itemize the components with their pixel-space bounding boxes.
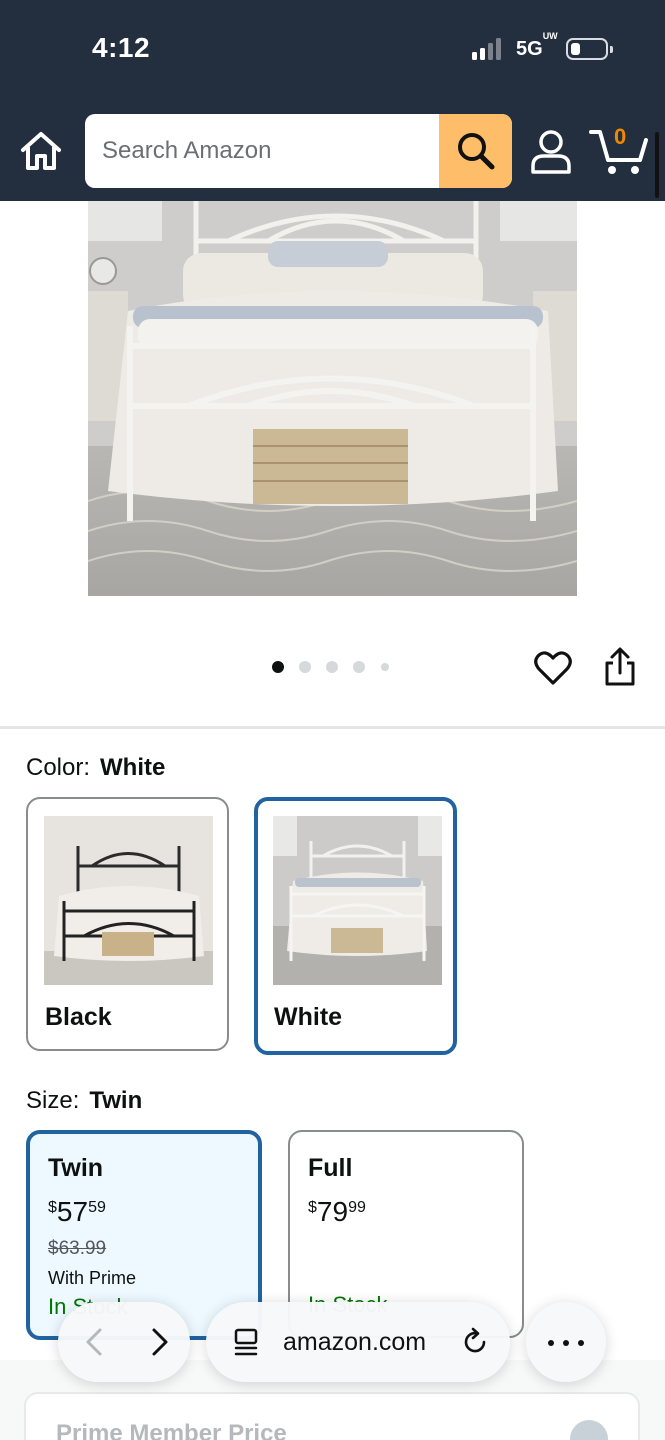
color-thumbnail-white	[273, 816, 442, 985]
search-button[interactable]	[439, 114, 512, 188]
cellular-signal-icon	[472, 38, 506, 60]
carousel-dot[interactable]	[381, 663, 389, 671]
carousel-dot[interactable]	[353, 661, 365, 673]
network-indicator: 5GUW	[516, 31, 558, 60]
size-option-price: $7999	[308, 1196, 366, 1227]
selected-size: Twin	[89, 1087, 143, 1114]
carousel-dot[interactable]	[326, 661, 338, 673]
color-thumbnail-black	[44, 816, 213, 985]
prime-price-box[interactable]: Prime Member Price	[24, 1392, 640, 1440]
chevron-left-icon	[86, 1328, 102, 1356]
browser-more-button[interactable]	[526, 1302, 606, 1382]
ellipsis-icon	[548, 1340, 584, 1346]
home-button[interactable]	[18, 128, 64, 174]
scroll-indicator	[655, 132, 659, 198]
search-bar	[85, 114, 512, 188]
browser-url: amazon.com	[283, 1328, 427, 1356]
color-label: Color: White	[26, 754, 166, 781]
size-label: Size: Twin	[26, 1087, 143, 1114]
browser-address-bar[interactable]: amazon.com	[206, 1302, 510, 1382]
account-button[interactable]	[528, 128, 574, 176]
color-option-name: Black	[45, 1003, 112, 1031]
browser-back-button[interactable]	[76, 1322, 116, 1362]
wishlist-button[interactable]	[533, 648, 573, 688]
home-icon	[21, 132, 61, 170]
color-option-black[interactable]: Black	[26, 797, 229, 1051]
carousel-dot[interactable]	[299, 661, 311, 673]
page-menu-icon[interactable]	[232, 1327, 262, 1357]
info-icon	[570, 1420, 608, 1440]
carousel-dot-active[interactable]	[272, 661, 284, 673]
cart-count-badge: 0	[614, 124, 627, 149]
size-option-prime-note: With Prime	[48, 1268, 137, 1288]
image-carousel-dots[interactable]	[270, 658, 400, 676]
color-option-white[interactable]: White	[254, 797, 457, 1055]
reload-icon[interactable]	[460, 1327, 490, 1357]
browser-forward-button[interactable]	[138, 1322, 178, 1362]
top-header: 4:12 5GUW 0	[0, 0, 665, 201]
size-option-name: Full	[308, 1154, 353, 1182]
heart-icon	[534, 651, 572, 685]
chevron-right-icon	[152, 1328, 168, 1356]
size-option-name: Twin	[48, 1154, 104, 1182]
share-icon	[605, 647, 635, 686]
status-time: 4:12	[92, 32, 151, 63]
browser-nav-group	[58, 1302, 190, 1382]
search-input[interactable]	[85, 114, 439, 188]
battery-icon	[566, 38, 613, 60]
account-icon	[531, 130, 571, 174]
share-button[interactable]	[602, 646, 638, 688]
section-divider	[0, 726, 665, 729]
product-main-image[interactable]	[88, 201, 577, 596]
selected-color: White	[100, 754, 166, 781]
size-option-list-price: $63.99	[48, 1238, 107, 1259]
size-option-price: $5759	[48, 1196, 106, 1227]
color-option-name: White	[274, 1003, 343, 1031]
search-icon	[458, 133, 495, 170]
prime-price-title: Prime Member Price	[56, 1420, 287, 1440]
